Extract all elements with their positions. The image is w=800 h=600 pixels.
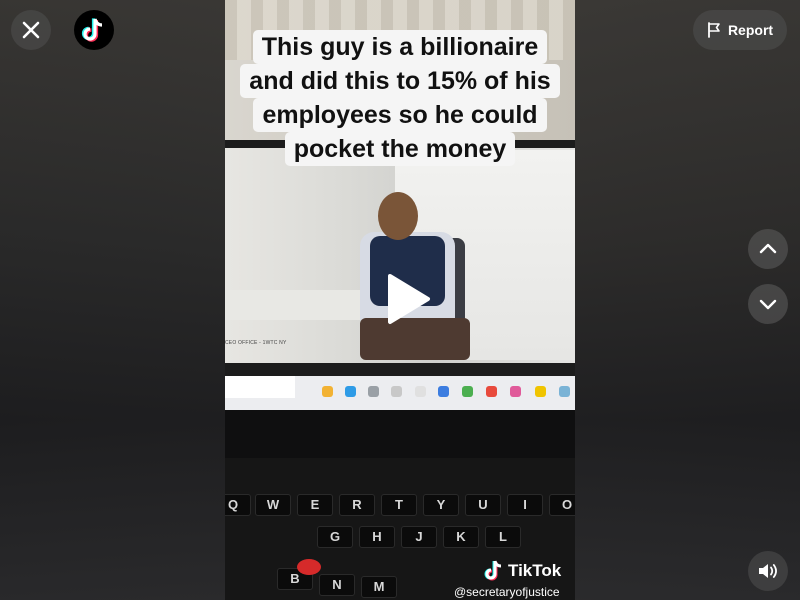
keyboard-key: W: [255, 494, 291, 516]
play-button[interactable]: [380, 272, 434, 326]
caption-line: pocket the money: [284, 132, 516, 166]
watermark-brand: TikTok: [508, 561, 562, 580]
taskbar-icon: [438, 386, 449, 397]
tiktok-logo[interactable]: [74, 10, 114, 50]
chevron-up-icon: [759, 243, 777, 254]
keyboard-key: N: [319, 574, 355, 596]
taskbar-icon: [486, 386, 497, 397]
video-person-head: [378, 192, 418, 240]
keyboard-key: L: [485, 526, 521, 548]
taskbar-icon: [535, 386, 546, 397]
taskbar-icon: [559, 386, 570, 397]
trackpoint: [297, 559, 321, 575]
taskbar-icon: [462, 386, 473, 397]
keyboard-key: I: [507, 494, 543, 516]
tiktok-watermark: TikTok: [484, 560, 561, 582]
sound-button[interactable]: [748, 551, 788, 591]
next-video-button[interactable]: [748, 284, 788, 324]
video-taskbar-search: [225, 376, 295, 398]
backdrop-left: [0, 0, 225, 600]
taskbar-icon: [415, 386, 426, 397]
tiktok-logo-icon: [81, 18, 103, 42]
caption-line: and did this to 15% of his: [240, 64, 560, 98]
office-caption: CEO OFFICE - 1WTC NY: [225, 340, 287, 346]
keyboard-key: T: [381, 494, 417, 516]
taskbar-icon: [391, 386, 402, 397]
keyboard-key: H: [359, 526, 395, 548]
keyboard-key: G: [317, 526, 353, 548]
watermark-username: @secretaryofjustice: [454, 585, 560, 599]
video-caption: This guy is a billionaire and did this t…: [234, 30, 566, 166]
keyboard-key: K: [443, 526, 479, 548]
previous-video-button[interactable]: [748, 229, 788, 269]
taskbar-icon: [368, 386, 379, 397]
chevron-down-icon: [759, 299, 777, 310]
keyboard-key: E: [297, 494, 333, 516]
speaker-icon: [759, 564, 777, 578]
flag-icon: [708, 22, 720, 38]
keyboard-key: Y: [423, 494, 459, 516]
keyboard-key: J: [401, 526, 437, 548]
caption-line: employees so he could: [253, 98, 547, 132]
taskbar-icon: [510, 386, 521, 397]
keyboard-key: O: [549, 494, 575, 516]
taskbar-icon: [322, 386, 333, 397]
close-button[interactable]: [11, 10, 51, 50]
caption-line: This guy is a billionaire: [252, 30, 548, 64]
report-button[interactable]: Report: [693, 10, 787, 50]
tiktok-note-icon: [484, 560, 502, 581]
close-icon: [22, 21, 40, 39]
report-label: Report: [727, 22, 774, 38]
keyboard-key: Q: [225, 494, 251, 516]
keyboard-key: M: [361, 576, 397, 598]
keyboard-key: U: [465, 494, 501, 516]
keyboard-key: R: [339, 494, 375, 516]
taskbar-icon: [345, 386, 356, 397]
play-icon: [388, 274, 430, 324]
